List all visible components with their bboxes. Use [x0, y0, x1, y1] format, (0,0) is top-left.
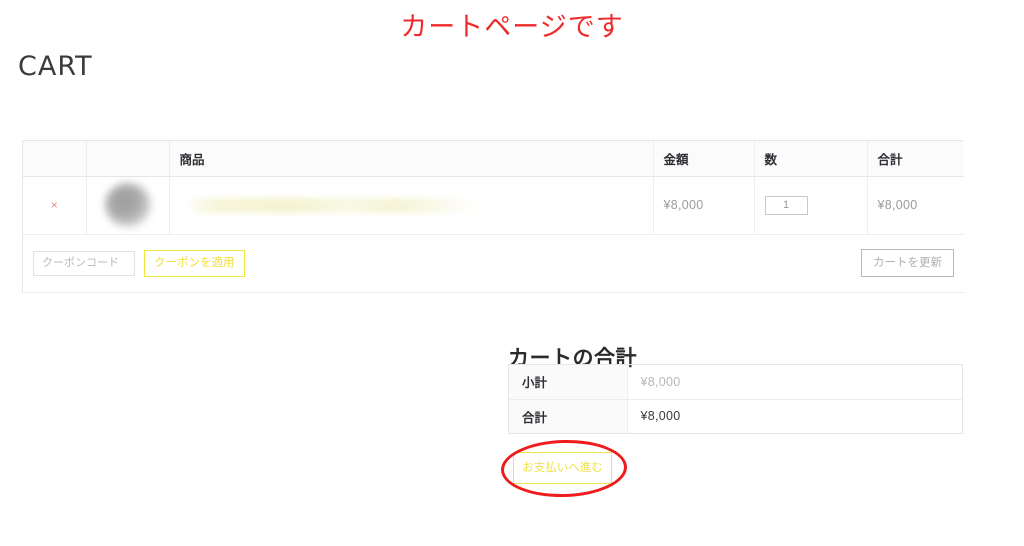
product-price-cell: ¥8,000	[653, 176, 755, 235]
cart-table-header-row: 商品 金額 数 合計	[23, 141, 964, 177]
cart-totals-table: 小計 ¥8,000 合計 ¥8,000	[508, 364, 963, 434]
cart-table: 商品 金額 数 合計 × ¥8,000 1 ¥8,000 クーポンコード クーポ…	[22, 140, 964, 293]
update-cart-button[interactable]: カートを更新	[861, 249, 954, 277]
total-label: 合計	[509, 399, 628, 433]
product-name-redacted[interactable]	[187, 197, 478, 213]
product-line-total: ¥8,000	[877, 198, 918, 212]
total-value: ¥8,000	[640, 409, 681, 424]
column-header-product: 商品	[169, 141, 654, 177]
subtotal-value-cell: ¥8,000	[627, 365, 962, 400]
subtotal-label: 小計	[509, 365, 628, 400]
total-row: 合計 ¥8,000	[509, 399, 962, 433]
column-header-quantity: 数	[754, 141, 868, 177]
column-header-total: 合計	[867, 141, 964, 177]
product-name-cell	[169, 176, 654, 235]
column-header-remove	[23, 141, 87, 177]
product-subtotal-cell: ¥8,000	[867, 176, 964, 235]
subtotal-value: ¥8,000	[640, 374, 681, 389]
product-thumbnail-image[interactable]	[104, 183, 151, 227]
table-row: × ¥8,000 ¥8,000	[23, 176, 964, 235]
proceed-to-checkout-button[interactable]: お支払いへ進む	[513, 452, 612, 484]
subtotal-row: 小計 ¥8,000	[509, 365, 962, 400]
coupon-row: クーポンを適用 カートを更新	[23, 234, 964, 293]
page-title: CART	[18, 51, 93, 83]
apply-coupon-button[interactable]: クーポンを適用	[144, 249, 245, 277]
quantity-input[interactable]	[764, 195, 808, 215]
total-value-cell: ¥8,000	[627, 399, 962, 433]
annotation-title: カートページです	[400, 12, 624, 42]
remove-item-cell: ×	[23, 176, 87, 235]
column-header-price: 金額	[653, 141, 755, 177]
column-header-thumbnail	[86, 141, 170, 177]
product-quantity-cell	[754, 176, 868, 235]
cart-page: カートページです CART 商品 金額 数 合計 × ¥8,000 1 ¥8,0…	[0, 0, 1024, 546]
coupon-code-input[interactable]	[33, 250, 135, 276]
coupon-cell: クーポンを適用 カートを更新	[23, 234, 964, 293]
remove-item-icon[interactable]: ×	[33, 199, 76, 211]
product-price: ¥8,000	[663, 198, 704, 212]
product-thumbnail-cell	[86, 176, 170, 235]
